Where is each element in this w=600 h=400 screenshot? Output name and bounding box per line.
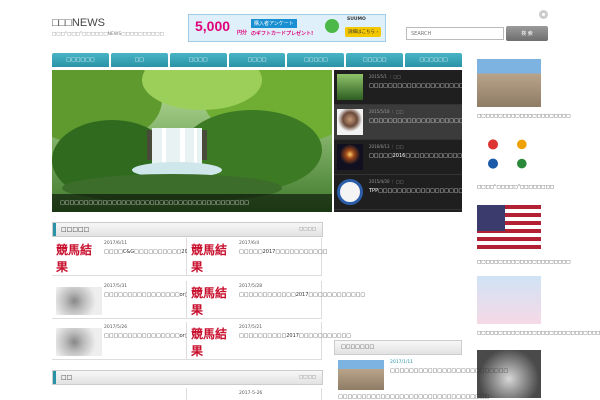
article-title: □□□□□□□□□□2017□□□□□□□□□□□ — [239, 333, 351, 339]
banner-amount: 5,000 — [195, 18, 231, 34]
sidebar-thumb-anime[interactable] — [477, 276, 541, 324]
sidebar-item-title[interactable]: □□□□□□□□□□□□□□□□□□□□□□ — [477, 114, 571, 120]
article-title: □□□□□□□□□□□□□□□□or□□□□□□□□□□□□□□□□ — [104, 333, 261, 339]
article-thumb: 競馬結果 — [191, 327, 237, 358]
popular-date: 2017/1/11 — [390, 360, 414, 365]
article-title: □□□□C&G□□□□□□□□□□2017□□□□□□□□□ — [104, 249, 237, 255]
slide-date: 2015/5/1 ｜ □□ — [369, 74, 402, 79]
sidebar-thumb-coffee[interactable] — [477, 350, 541, 398]
nav-item-1[interactable]: □□□□□□ — [52, 53, 109, 67]
article-thumb — [56, 287, 102, 315]
sidebar-item-title[interactable]: □□□□□□□□□□□□□□□□□□□□□□ — [477, 260, 571, 266]
article-thumb: 競馬結果 — [56, 243, 102, 274]
slide-thumb — [337, 74, 363, 100]
nav-item-7[interactable]: □□□□□□ — [405, 53, 463, 67]
slider-list-item[interactable]: 2015/4/30 ｜ □□ TPP□□□□□□□□□□□□□□□□□□□□□□… — [334, 175, 525, 210]
sidebar-item-title[interactable]: □□□□□□□□□□□□□□□□□□□□□□□□□□□□□ — [477, 331, 600, 337]
slide-date: 2016/6/13 ｜ □□ — [369, 144, 404, 149]
nav-item-5[interactable]: □□□□□ — [287, 53, 345, 67]
slider-list: 2015/5/1 ｜ □□ □□□□□□□□□□□□□□□□□□□□□□□□□□… — [334, 70, 535, 212]
slide-title: TPP□□□□□□□□□□□□□□□□□□□□□□□□□□□□□□... — [369, 188, 525, 194]
banner-unit: 円分 — [237, 30, 248, 36]
banner-mascot-icon — [325, 19, 339, 33]
section-more-link[interactable]: □□□□ — [299, 227, 316, 232]
article-card[interactable]: 2017-5-26 — [187, 388, 322, 400]
rss-icon[interactable] — [539, 10, 548, 19]
slide-title: □□□□□□□□□□□□□□□□□□□□□□□□□□□□... — [369, 118, 507, 124]
article-date: 2017/6/11 — [104, 241, 128, 246]
article-card[interactable]: 競馬結果 2017/6/4 □□□□□2017□□□□□□□□□□□ — [187, 238, 328, 276]
article-card[interactable] — [52, 388, 187, 400]
slider-caption[interactable]: □□□□□□□□□□□□□□□□□□□□□□□□□□□□□□□□□□□□□□□□ — [52, 194, 332, 212]
section-header: □□ □□□□ — [52, 370, 323, 385]
banner-brand: SUUMO — [347, 17, 366, 22]
banner-line1: 購入者アンケート — [251, 19, 297, 28]
section-title: □□□□□ — [61, 226, 90, 233]
slide-date: 2015/5/18 ｜ □□ — [369, 109, 404, 114]
nav-item-4[interactable]: □□□□ — [228, 53, 286, 67]
search-input[interactable] — [406, 27, 504, 40]
global-nav: □□□□□□ □□ □□□□ □□□□ □□□□□ □□□□□ □□□□□□ — [52, 53, 463, 67]
sidebar-item-title[interactable]: □□□□“□□□□□”□□□□□□□□ — [477, 185, 554, 191]
popular-title: □□□□□□□ — [341, 344, 375, 350]
slider-list-item[interactable]: 2015/5/18 ｜ □□ □□□□□□□□□□□□□□□□□□□□□□□□□… — [334, 105, 507, 140]
slide-date: 2015/4/30 ｜ □□ — [369, 179, 404, 184]
article-card[interactable]: 競馬結果 2017/5/28 □□□□□□□□□□□□2017□□□□□□□□□… — [187, 281, 366, 319]
section-title: □□ — [61, 374, 73, 381]
article-title: □□□□□2017□□□□□□□□□□□ — [239, 249, 328, 255]
slider-list-item[interactable]: 2015/5/1 ｜ □□ □□□□□□□□□□□□□□□□□□□□□□□□□□… — [334, 70, 535, 105]
section-header: □□□□□ □□□□ — [52, 222, 323, 237]
article-card[interactable]: 2017/5/31 □□□□□□□□□□□□□□□□or□□□□□□□□□□□□… — [52, 281, 270, 319]
article-date: 2017-5-26 — [239, 391, 263, 396]
article-card[interactable]: 競馬結果 2017/6/11 □□□□C&G□□□□□□□□□□2017□□□□… — [52, 238, 237, 276]
article-thumb — [56, 328, 102, 356]
article-title: □□□□□□□□□□□□□□□□or□□□□□□□□□□□□□□□□□□ — [104, 292, 270, 299]
nav-item-2[interactable]: □□ — [110, 53, 168, 67]
article-title: □□□□□□□□□□□□2017□□□□□□□□□□□□ — [239, 292, 366, 298]
sidebar-thumb-stadium[interactable] — [477, 59, 541, 107]
slide-title: □□□□□2016□□□□□□□□□□□□□□□□□□□ — [369, 153, 496, 159]
popular-next-title[interactable]: □□□□□□□□□□□□□□□□□□□□□□□□□□□□□□□□ — [338, 394, 489, 400]
article-card[interactable]: 競馬結果 2017/5/21 □□□□□□□□□□2017□□□□□□□□□□□ — [187, 322, 351, 360]
sidebar-thumb-us-flag[interactable] — [477, 205, 541, 253]
article-date: 2017/5/21 — [239, 325, 263, 330]
article-date: 2017/5/31 — [104, 284, 128, 289]
article-thumb: 競馬結果 — [191, 243, 237, 274]
search-button[interactable]: 検 索 — [506, 26, 548, 41]
slide-thumb — [337, 109, 363, 135]
popular-header: □□□□□□□ — [334, 340, 462, 355]
banner-line2: のギフトカードプレゼント! — [251, 31, 314, 37]
site-title[interactable]: □□□NEWS — [52, 17, 105, 29]
section-accent-bar — [53, 223, 56, 236]
featured-slider[interactable]: □□□□□□□□□□□□□□□□□□□□□□□□□□□□□□□□□□□□□□□□ — [52, 70, 332, 212]
nav-item-3[interactable]: □□□□ — [169, 53, 227, 67]
header-ad-banner[interactable]: 5,000 円分 購入者アンケート のギフトカードプレゼント! SUUMO 詳細… — [188, 14, 386, 42]
article-date: 2017/5/28 — [239, 284, 263, 289]
article-date: 2017/5/26 — [104, 325, 128, 330]
article-date: 2017/6/4 — [239, 241, 260, 246]
waterfall-image — [52, 70, 332, 212]
section-accent-bar — [53, 371, 56, 384]
banner-cta[interactable]: 詳細はこちら › — [345, 27, 382, 37]
slide-thumb — [337, 144, 363, 170]
sidebar-thumb-team-logos[interactable] — [477, 130, 541, 178]
slide-title: □□□□□□□□□□□□□□□□□□□□□□□□□□□□□□□□□□□ — [369, 83, 535, 89]
article-thumb: 競馬結果 — [191, 286, 237, 317]
site-description: □□□“□□□”□□□□□□NEWS□□□□□□□□□□ — [52, 32, 164, 37]
slider-list-item[interactable]: 2016/6/13 ｜ □□ □□□□□2016□□□□□□□□□□□□□□□□… — [334, 140, 496, 175]
nav-item-6[interactable]: □□□□□ — [346, 53, 404, 67]
slide-thumb — [337, 179, 363, 205]
popular-item-title[interactable]: □□□□□□□□□□□□□□□□□□□□□□□□□ — [390, 368, 508, 375]
article-card[interactable]: 2017/5/26 □□□□□□□□□□□□□□□□or□□□□□□□□□□□□… — [52, 322, 261, 360]
popular-thumb[interactable] — [338, 360, 384, 390]
section-more-link[interactable]: □□□□ — [299, 375, 316, 380]
